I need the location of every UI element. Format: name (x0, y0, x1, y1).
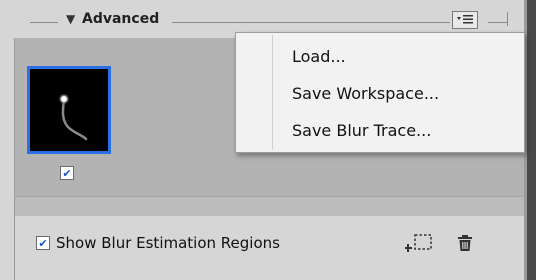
menu-item-load[interactable]: Load... (292, 47, 346, 66)
advanced-section-header: ▼ Advanced (0, 10, 524, 32)
panel-menu-icon (457, 15, 473, 24)
collapse-triangle-icon[interactable]: ▼ (66, 12, 75, 26)
blur-trace-image (30, 69, 108, 151)
thumbnail-include-checkbox[interactable]: ✔ (60, 166, 74, 180)
trash-icon (458, 235, 472, 251)
header-rule (172, 22, 450, 23)
panel-options-menu: Load... Save Workspace... Save Blur Trac… (235, 32, 525, 153)
show-blur-regions-label[interactable]: Show Blur Estimation Regions (56, 234, 280, 252)
add-region-icon (404, 234, 432, 252)
checkmark-icon: ✔ (38, 236, 48, 250)
header-rule-corner (507, 12, 508, 26)
header-rule (488, 22, 508, 23)
menu-gutter-divider (272, 35, 273, 150)
section-title[interactable]: Advanced (82, 11, 159, 27)
checkmark-icon: ✔ (62, 166, 72, 180)
thumbnail-area-divider (14, 196, 525, 217)
add-region-button[interactable] (404, 232, 435, 254)
delete-region-button[interactable] (455, 233, 475, 253)
show-blur-regions-checkbox[interactable]: ✔ (36, 236, 50, 250)
panel-menu-button[interactable] (452, 11, 478, 29)
menu-item-save-blur-trace[interactable]: Save Blur Trace... (292, 121, 431, 140)
blur-trace-thumbnail[interactable] (27, 66, 111, 154)
header-rule (30, 22, 58, 23)
advanced-panel: ▼ Advanced ✔ ✔ Show Blur Estimation Regi… (0, 0, 536, 280)
panel-edge (524, 0, 536, 280)
menu-item-save-workspace[interactable]: Save Workspace... (292, 84, 439, 103)
